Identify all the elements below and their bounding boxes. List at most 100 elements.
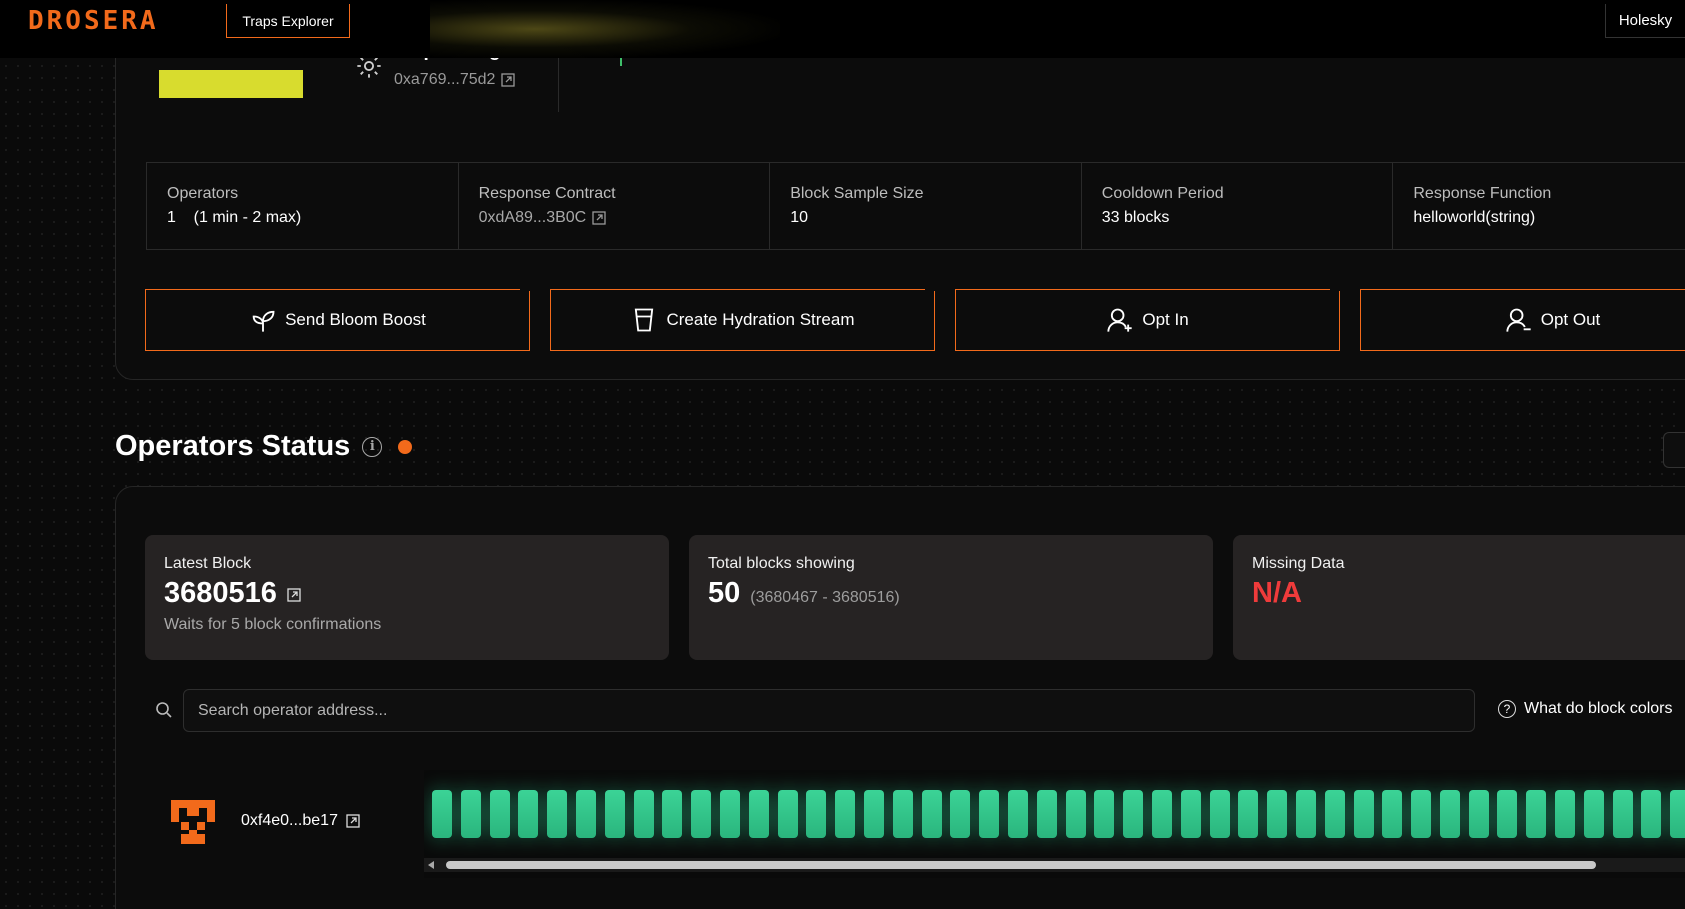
block-cell[interactable] [1151,790,1172,838]
metric-label: Total blocks showing [708,555,855,572]
opt-in-button[interactable]: Opt In [955,289,1340,351]
block-cell[interactable] [1411,790,1432,838]
block-cell[interactable] [1353,790,1374,838]
trap-config-address[interactable]: 0xa769...75d2 [394,71,516,89]
latest-block-card: Latest Block 3680516 Waits for 5 block c… [145,535,669,660]
block-cell[interactable] [777,790,798,838]
block-cell[interactable] [950,790,971,838]
external-link-icon[interactable] [346,814,360,828]
stat-label: Block Sample Size [790,185,924,202]
stat-value: 33 blocks [1101,209,1170,226]
block-cell[interactable] [1641,790,1662,838]
block-cell[interactable] [547,790,568,838]
metric-value-row: 3680516 [164,577,650,610]
block-cell[interactable] [1123,790,1144,838]
button-label: Send Bloom Boost [285,310,426,329]
side-panel-handle[interactable] [1663,432,1685,468]
button-label: Opt In [1142,310,1189,329]
drosera-logo[interactable]: DROSERA [28,6,159,36]
block-cell[interactable] [1497,790,1518,838]
search-operator-input[interactable] [183,689,1475,732]
block-cell[interactable] [1238,790,1259,838]
block-cell[interactable] [1439,790,1460,838]
block-cell[interactable] [979,790,1000,838]
stat-value: helloworld(string) [1413,209,1536,226]
block-cell[interactable] [748,790,769,838]
block-cell[interactable] [719,790,740,838]
block-cell[interactable] [604,790,625,838]
block-cell[interactable] [691,790,712,838]
create-hydration-stream-button[interactable]: Create Hydration Stream [550,289,935,351]
stat-response-function: Response Function helloworld(string) [1393,163,1685,249]
block-cell[interactable] [1670,790,1685,838]
block-colors-help[interactable]: ? What do block colors [1498,700,1673,718]
block-cell[interactable] [633,790,654,838]
block-cell[interactable] [921,790,942,838]
metric-value-row: 50 (3680467 - 3680516) [708,577,1194,610]
block-cell[interactable] [518,790,539,838]
horizontal-scrollbar[interactable] [424,858,1685,872]
info-icon[interactable]: i [362,436,383,457]
stat-value: 1 (1 min - 2 max) [167,209,302,226]
trap-config-address-text: 0xa769...75d2 [394,71,496,88]
block-cell[interactable] [460,790,481,838]
network-selector[interactable]: Holesky [1605,4,1685,38]
block-cell[interactable] [1065,790,1086,838]
block-cell[interactable] [1295,790,1316,838]
external-link-icon[interactable] [592,211,606,225]
operator-avatar [171,800,215,844]
block-cell[interactable] [1007,790,1028,838]
external-link-icon[interactable] [287,588,301,602]
block-cell[interactable] [1583,790,1604,838]
external-link-icon[interactable] [501,73,516,87]
block-cell[interactable] [892,790,913,838]
operator-address[interactable]: 0xf4e0...be17 [241,812,360,830]
block-cell[interactable] [575,790,596,838]
user-minus-icon [1506,308,1531,332]
stat-operators: Operators 1 (1 min - 2 max) [147,163,459,249]
scroll-left-arrow[interactable] [428,861,434,869]
latest-block-number: 3680516 [164,577,277,609]
block-cell[interactable] [1324,790,1345,838]
block-cell[interactable] [806,790,827,838]
block-cell[interactable] [1382,790,1403,838]
stat-response-contract: Response Contract 0xdA89...3B0C [459,163,771,249]
metric-label: Missing Data [1252,555,1345,572]
block-cell[interactable] [1468,790,1489,838]
divider [558,58,559,112]
scroll-thumb[interactable] [446,861,1596,869]
block-cell[interactable] [1612,790,1633,838]
stat-value-link[interactable]: 0xdA89...3B0C [479,209,750,227]
sprout-icon [252,310,275,332]
block-cell[interactable] [662,790,683,838]
block-cell[interactable] [1036,790,1057,838]
block-cell[interactable] [1267,790,1288,838]
stat-label: Response Contract [478,185,616,202]
help-icon: ? [1498,700,1516,718]
metric-note: Waits for 5 block confirmations [164,616,382,633]
send-bloom-boost-button[interactable]: Send Bloom Boost [145,289,530,351]
block-list [432,790,1685,838]
trap-actions: Send Bloom Boost Create Hydration Stream… [145,289,1685,351]
blurred-area [430,0,780,58]
block-cell[interactable] [432,790,452,838]
stat-cooldown-period: Cooldown Period 33 blocks [1082,163,1394,249]
opt-out-button[interactable]: Opt Out [1360,289,1685,351]
block-cell[interactable] [1209,790,1230,838]
stat-value: 0xdA89...3B0C [478,209,587,226]
tab-traps-explorer[interactable]: Traps Explorer [226,4,350,38]
operator-address-text: 0xf4e0...be17 [241,812,338,829]
block-cell[interactable] [1526,790,1547,838]
block-cell[interactable] [835,790,856,838]
search-icon [156,702,172,718]
block-cell[interactable] [1555,790,1576,838]
metric-label: Latest Block [164,555,252,572]
button-label: Opt Out [1540,310,1601,329]
block-cell[interactable] [1180,790,1201,838]
total-blocks-card: Total blocks showing 50 (3680467 - 36805… [689,535,1213,660]
block-cell[interactable] [863,790,884,838]
block-cell[interactable] [1094,790,1115,838]
block-range: (3680467 - 3680516) [750,589,900,606]
user-plus-icon [1107,308,1133,332]
block-cell[interactable] [489,790,510,838]
